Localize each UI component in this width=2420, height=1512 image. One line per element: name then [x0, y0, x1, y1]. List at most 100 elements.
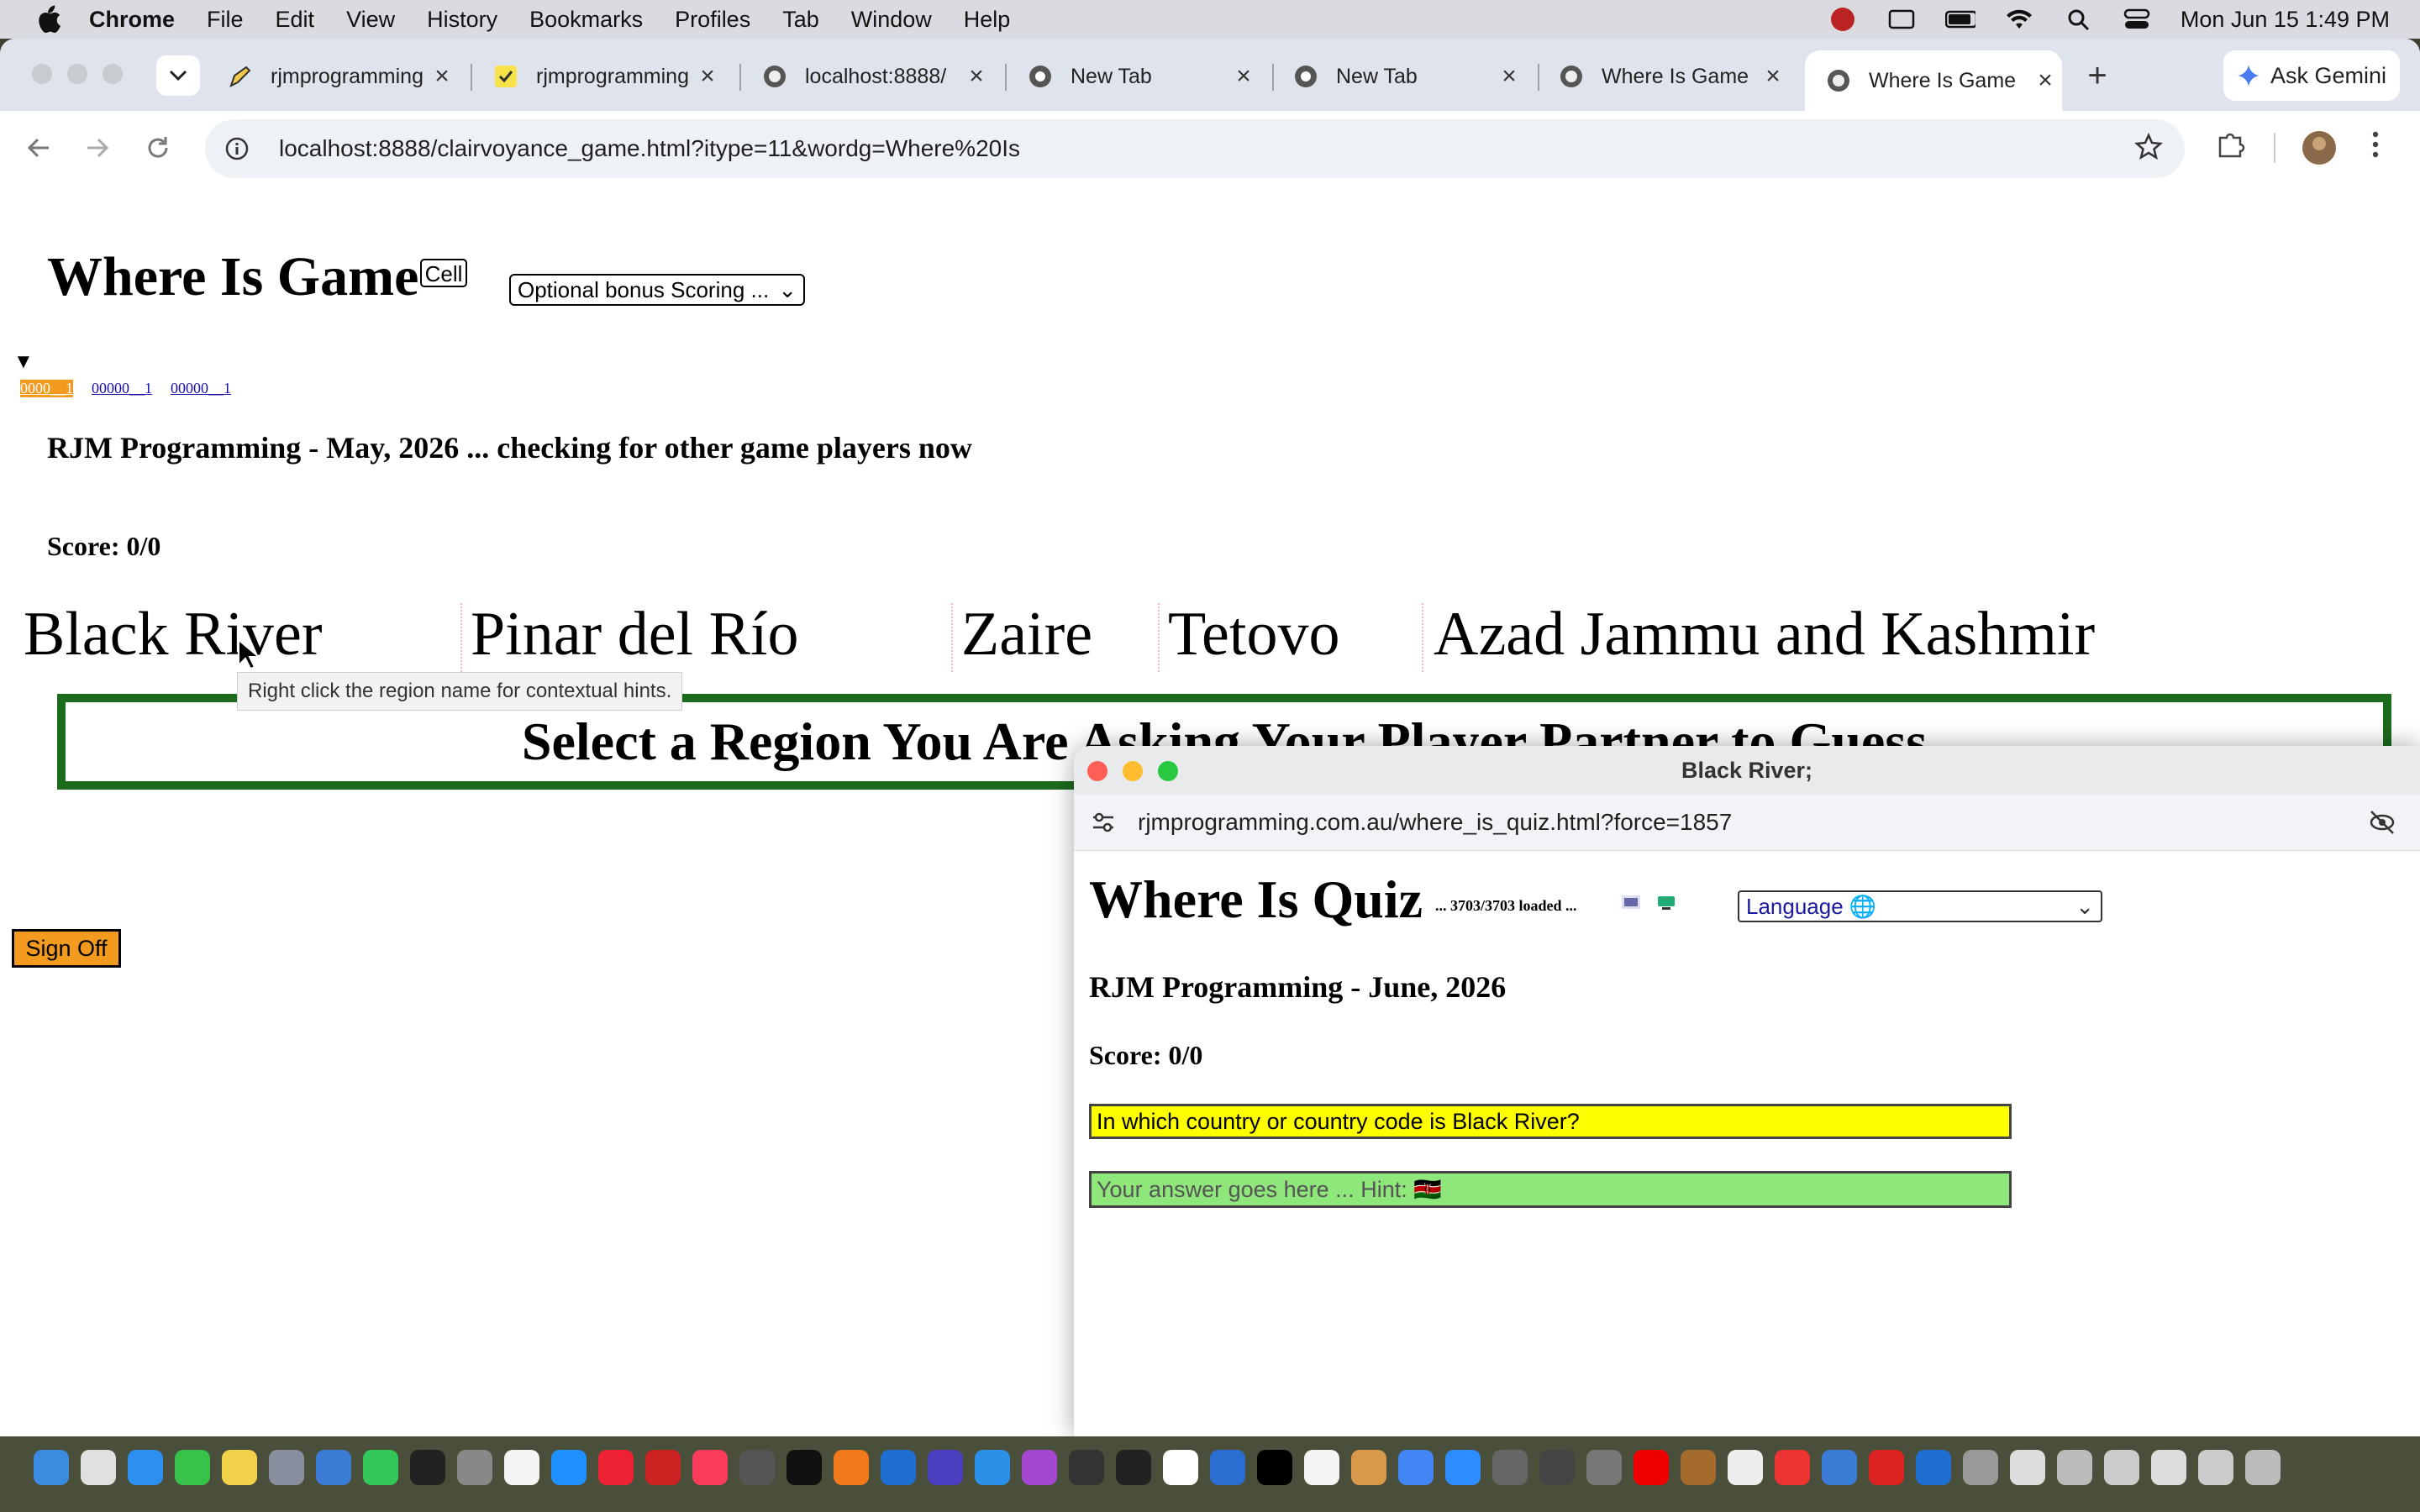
- bonus-scoring-select[interactable]: Optional bonus Scoring ... ⌄: [509, 274, 805, 306]
- menu-profiles[interactable]: Profiles: [675, 7, 750, 33]
- region-option[interactable]: Pinar del Río: [471, 596, 799, 672]
- bbedit-icon[interactable]: [928, 1450, 963, 1485]
- close-tab-icon[interactable]: ×: [425, 62, 459, 91]
- compass-icon[interactable]: [975, 1450, 1010, 1485]
- safari-icon[interactable]: [881, 1450, 916, 1485]
- close-tab-icon[interactable]: ×: [691, 62, 724, 91]
- app-store-icon[interactable]: [551, 1450, 587, 1485]
- minimize-window-button[interactable]: [67, 64, 87, 84]
- disclosure-triangle-icon[interactable]: ▼: [13, 351, 34, 374]
- archive-icon[interactable]: [1681, 1450, 1716, 1485]
- finder-icon[interactable]: [34, 1450, 69, 1485]
- ask-gemini-button[interactable]: Ask Gemini: [2223, 50, 2400, 101]
- menubar-clock[interactable]: Mon Jun 15 1:49 PM: [2181, 7, 2390, 33]
- downloads-icon[interactable]: [2010, 1450, 2045, 1485]
- close-tab-icon[interactable]: ×: [1756, 62, 1790, 91]
- close-tab-icon[interactable]: ×: [1227, 62, 1260, 91]
- tab-rjmprogramming-1[interactable]: rjmprogramming ×: [207, 50, 459, 102]
- calendar-icon[interactable]: [1163, 1450, 1198, 1485]
- menu-tab[interactable]: Tab: [782, 7, 819, 33]
- sign-off-button[interactable]: Sign Off: [12, 929, 121, 968]
- tab-new-tab-2[interactable]: New Tab ×: [1272, 50, 1526, 102]
- messages-icon[interactable]: [175, 1450, 210, 1485]
- flag-icon[interactable]: [1622, 895, 1640, 909]
- calculator-icon[interactable]: [457, 1450, 492, 1485]
- popup-close-button[interactable]: [1087, 761, 1107, 781]
- menu-window[interactable]: Window: [851, 7, 932, 33]
- intellij-icon[interactable]: [1257, 1450, 1292, 1485]
- address-bar[interactable]: localhost:8888/clairvoyance_game.html?it…: [205, 119, 2185, 178]
- site-settings-icon[interactable]: [1091, 810, 1116, 839]
- control-center-icon[interactable]: [2122, 7, 2152, 32]
- stack-2-icon[interactable]: [2104, 1450, 2139, 1485]
- reload-button[interactable]: [139, 129, 176, 166]
- tv-icon[interactable]: [786, 1450, 822, 1485]
- zoom-icon[interactable]: [1445, 1450, 1481, 1485]
- xcode-icon[interactable]: [1822, 1450, 1857, 1485]
- forward-button[interactable]: [79, 129, 116, 166]
- back-button[interactable]: [20, 129, 57, 166]
- region-option[interactable]: Azad Jammu and Kashmir: [1434, 596, 2095, 672]
- display-icon[interactable]: [1886, 7, 1917, 32]
- language-select[interactable]: Language 🌐 ⌄: [1738, 890, 2102, 922]
- player-link[interactable]: 00000__1: [92, 380, 152, 397]
- bookmark-star-icon[interactable]: [2133, 132, 2164, 165]
- popup-minimize-button[interactable]: [1123, 761, 1143, 781]
- reminders-icon[interactable]: [81, 1450, 116, 1485]
- tab-new-tab-1[interactable]: New Tab ×: [1007, 50, 1260, 102]
- firefox-icon[interactable]: [834, 1450, 869, 1485]
- profile-avatar[interactable]: [2301, 129, 2338, 166]
- address-url[interactable]: localhost:8888/clairvoyance_game.html?it…: [279, 135, 1020, 162]
- battery-icon[interactable]: [1944, 7, 1975, 32]
- stack-3-icon[interactable]: [2151, 1450, 2186, 1485]
- tab-where-is-game-active[interactable]: Where Is Game ×: [1805, 50, 2062, 111]
- menu-bookmarks[interactable]: Bookmarks: [529, 7, 643, 33]
- close-tab-icon[interactable]: ×: [1492, 62, 1526, 91]
- opera-icon[interactable]: [1634, 1450, 1669, 1485]
- document-icon[interactable]: [504, 1450, 539, 1485]
- mail-icon[interactable]: [128, 1450, 163, 1485]
- tracking-eye-off-icon[interactable]: [2368, 808, 2396, 841]
- pencil-app-icon[interactable]: [1775, 1450, 1810, 1485]
- news-icon[interactable]: [598, 1450, 634, 1485]
- system-settings-icon[interactable]: [1492, 1450, 1528, 1485]
- podcasts-icon[interactable]: [1022, 1450, 1057, 1485]
- menu-app-name[interactable]: Chrome: [89, 7, 175, 33]
- audio-icon[interactable]: [1586, 1450, 1622, 1485]
- region-option[interactable]: Tetovo: [1168, 596, 1339, 672]
- music-icon[interactable]: [692, 1450, 728, 1485]
- trash-icon[interactable]: [2245, 1450, 2281, 1485]
- bluetooth-icon[interactable]: [1916, 1450, 1951, 1485]
- stack-4-icon[interactable]: [2198, 1450, 2233, 1485]
- stocks-icon[interactable]: [316, 1450, 351, 1485]
- menu-view[interactable]: View: [346, 7, 395, 33]
- player-link[interactable]: 00000__1: [171, 380, 231, 397]
- chrome-dock-icon[interactable]: [1398, 1450, 1434, 1485]
- computer-icon[interactable]: [1657, 895, 1676, 910]
- utility-icon[interactable]: [739, 1450, 775, 1485]
- menu-file[interactable]: File: [207, 7, 244, 33]
- tab-search-button[interactable]: [156, 55, 200, 96]
- popup-url[interactable]: rjmprogramming.com.au/where_is_quiz.html…: [1138, 795, 1732, 850]
- console-icon[interactable]: [1069, 1450, 1104, 1485]
- player-link[interactable]: 0000__1: [20, 380, 73, 397]
- launchpad-icon[interactable]: [269, 1450, 304, 1485]
- answer-input[interactable]: Your answer goes here ... Hint: 🇰🇪: [1089, 1171, 2012, 1208]
- apple-menu-icon[interactable]: [34, 4, 64, 34]
- pdf-icon[interactable]: [1869, 1450, 1904, 1485]
- preview-icon[interactable]: [1210, 1450, 1245, 1485]
- status-app-icon[interactable]: [1828, 7, 1858, 32]
- notes-icon[interactable]: [222, 1450, 257, 1485]
- region-option[interactable]: Zaire: [961, 596, 1092, 672]
- extensions-icon[interactable]: [2215, 129, 2245, 160]
- terminal-icon[interactable]: [410, 1450, 445, 1485]
- filezilla-icon[interactable]: [645, 1450, 681, 1485]
- elephant-icon[interactable]: [1728, 1450, 1763, 1485]
- terminal-2-icon[interactable]: [1116, 1450, 1151, 1485]
- close-tab-icon[interactable]: ×: [2028, 66, 2062, 95]
- region-option[interactable]: Black River: [24, 596, 323, 672]
- menu-history[interactable]: History: [427, 7, 497, 33]
- new-tab-button[interactable]: +: [2079, 57, 2116, 95]
- stack-icon[interactable]: [2057, 1450, 2092, 1485]
- site-info-icon[interactable]: [220, 132, 254, 165]
